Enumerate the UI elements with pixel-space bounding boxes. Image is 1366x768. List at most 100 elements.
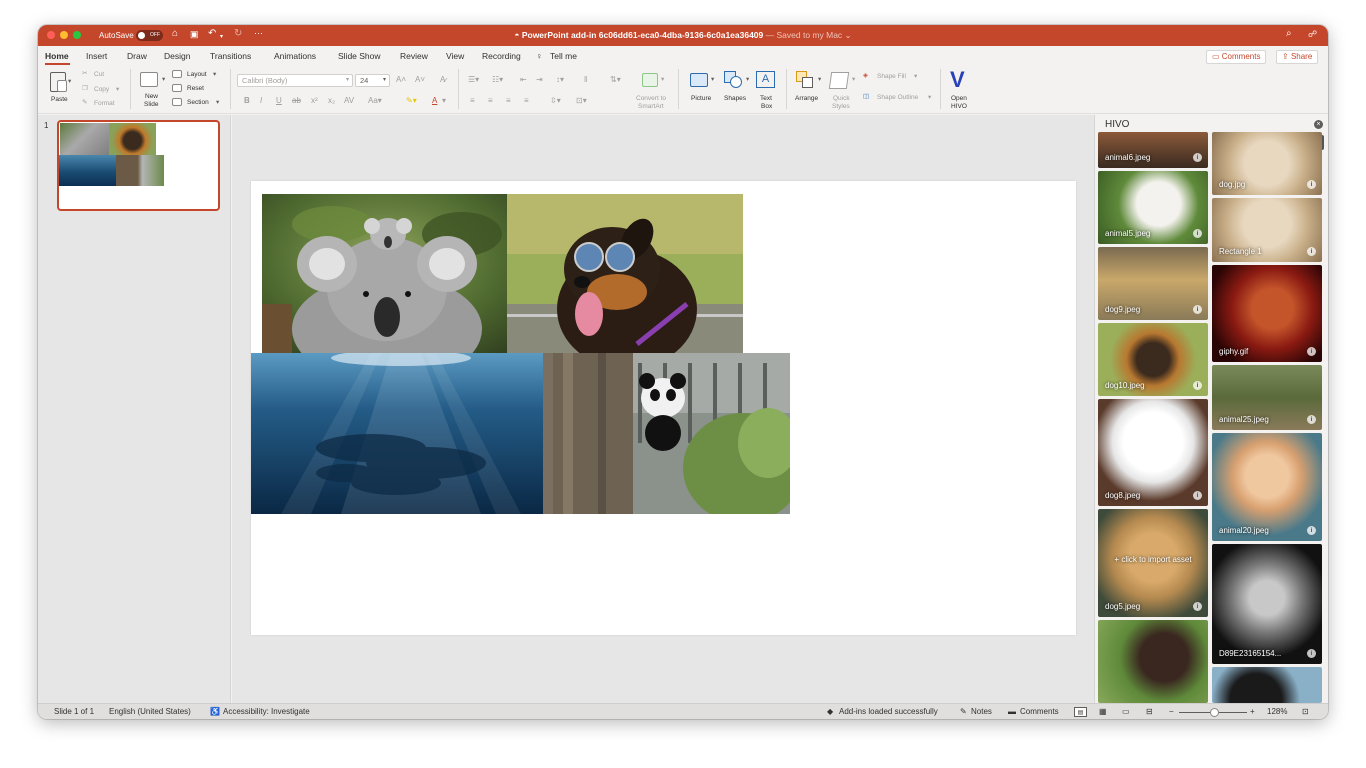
- tell-me-search[interactable]: Tell me: [550, 51, 577, 62]
- info-icon[interactable]: i: [1307, 649, 1316, 658]
- fit-slide-icon[interactable]: ⊡: [1302, 707, 1309, 717]
- character-spacing-icon[interactable]: AV: [344, 96, 354, 106]
- shapes-button[interactable]: Shapes: [724, 95, 746, 103]
- asset-tile[interactable]: animal5.jpeg i: [1098, 171, 1208, 244]
- font-name-field[interactable]: Calibri (Body) ▾: [237, 74, 353, 87]
- asset-tile[interactable]: giphy.gif i: [1212, 265, 1322, 362]
- columns-icon[interactable]: ‖: [584, 75, 587, 85]
- justify-icon[interactable]: ≡: [524, 96, 529, 106]
- tab-view[interactable]: View: [446, 51, 464, 62]
- cut-button[interactable]: Cut: [94, 71, 104, 79]
- rottweiler-image[interactable]: [507, 194, 743, 353]
- notes-icon[interactable]: ✎: [960, 707, 967, 717]
- comments-button[interactable]: ▭ Comments: [1206, 50, 1267, 64]
- chevron-down-icon[interactable]: ▾: [852, 76, 855, 84]
- align-left-icon[interactable]: ≡: [470, 96, 475, 106]
- layout-button[interactable]: Layout: [187, 71, 207, 79]
- text-box-label-1[interactable]: Text: [760, 95, 772, 103]
- info-icon[interactable]: i: [1193, 491, 1202, 500]
- font-size-field[interactable]: 24 ▾: [355, 74, 390, 87]
- quick-styles-label-1[interactable]: Quick: [833, 95, 850, 103]
- asset-tile[interactable]: animal20.jpeg i: [1212, 433, 1322, 541]
- tab-draw[interactable]: Draw: [127, 51, 147, 62]
- bold-icon[interactable]: B: [244, 96, 250, 106]
- layout-icon[interactable]: [172, 70, 182, 78]
- copy-icon[interactable]: ❐: [82, 85, 88, 93]
- chevron-down-icon[interactable]: ▾: [68, 78, 71, 86]
- underline-icon[interactable]: U: [276, 96, 282, 106]
- format-painter-icon[interactable]: ✎: [82, 99, 87, 107]
- align-center-icon[interactable]: ≡: [488, 96, 493, 106]
- text-box-icon[interactable]: A: [756, 71, 775, 88]
- info-icon[interactable]: i: [1307, 347, 1316, 356]
- convert-smartart-label-2[interactable]: SmartArt: [638, 103, 664, 111]
- line-spacing-icon[interactable]: ↕▾: [556, 75, 564, 85]
- info-icon[interactable]: i: [1307, 180, 1316, 189]
- align-right-icon[interactable]: ≡: [506, 96, 511, 106]
- chevron-down-icon[interactable]: ▾: [661, 76, 664, 84]
- asset-tile[interactable]: [1212, 667, 1322, 703]
- numbering-icon[interactable]: ☷▾: [492, 75, 503, 85]
- slide-thumbnail-1[interactable]: [57, 120, 220, 211]
- import-asset-hint[interactable]: + click to import asset: [1098, 555, 1208, 564]
- asset-tile[interactable]: dog10.jpeg i: [1098, 323, 1208, 396]
- shape-outline-button[interactable]: Shape Outline: [877, 94, 918, 102]
- comment-icon[interactable]: ▬: [1008, 707, 1016, 717]
- arrange-button[interactable]: Arrange: [795, 95, 818, 103]
- asset-tile[interactable]: Rectangle 1 i: [1212, 198, 1322, 262]
- picture-icon[interactable]: [690, 73, 708, 87]
- slide-sorter-icon[interactable]: ▦: [1099, 707, 1107, 717]
- open-hivo-label-1[interactable]: Open: [951, 95, 967, 103]
- asset-tile[interactable]: D89E23165154... i: [1212, 544, 1322, 664]
- paint-bucket-icon[interactable]: ◈: [863, 72, 868, 80]
- chevron-down-icon[interactable]: ▾: [746, 76, 749, 84]
- strikethrough-icon[interactable]: ab: [292, 96, 301, 106]
- info-icon[interactable]: i: [1193, 153, 1202, 162]
- quick-styles-icon[interactable]: [828, 72, 850, 89]
- new-slide-label-2[interactable]: Slide: [144, 101, 158, 109]
- chevron-down-icon[interactable]: ▾: [928, 94, 931, 102]
- ocean-image[interactable]: [251, 353, 543, 514]
- asset-tile[interactable]: dog8.jpeg i: [1098, 399, 1208, 506]
- slideshow-icon[interactable]: ⊟: [1146, 707, 1153, 717]
- asset-tile[interactable]: [1098, 620, 1208, 703]
- pen-outline-icon[interactable]: ◫: [863, 93, 869, 101]
- new-slide-icon[interactable]: [140, 72, 158, 87]
- reset-button[interactable]: Reset: [187, 85, 204, 93]
- text-direction-icon[interactable]: ⇅▾: [610, 75, 621, 85]
- info-icon[interactable]: i: [1307, 247, 1316, 256]
- shape-fill-button[interactable]: Shape Fill: [877, 73, 906, 81]
- accessibility-button[interactable]: Accessibility: Investigate: [223, 707, 310, 717]
- clear-formatting-icon[interactable]: A̷: [440, 75, 445, 85]
- convert-smartart-label-1[interactable]: Convert to: [636, 95, 666, 103]
- superscript-icon[interactable]: x²: [311, 96, 318, 106]
- chevron-down-icon[interactable]: ▾: [914, 73, 917, 81]
- asset-tile[interactable]: animal6.jpeg i: [1098, 132, 1208, 168]
- increase-indent-icon[interactable]: ⇥: [536, 75, 543, 85]
- tab-animations[interactable]: Animations: [274, 51, 316, 62]
- chevron-down-icon[interactable]: ▾: [116, 86, 119, 94]
- picture-button[interactable]: Picture: [691, 95, 711, 103]
- chevron-down-icon[interactable]: ▾: [442, 96, 446, 106]
- chevron-down-icon[interactable]: ▾: [216, 99, 219, 107]
- new-slide-label-1[interactable]: New: [145, 93, 158, 101]
- smartart-icon[interactable]: [642, 73, 658, 87]
- chevron-down-icon[interactable]: ▾: [162, 76, 165, 84]
- decrease-indent-icon[interactable]: ⇤: [520, 75, 527, 85]
- info-icon[interactable]: i: [1307, 526, 1316, 535]
- search-icon[interactable]: ⌕: [1286, 28, 1292, 39]
- zoom-in-icon[interactable]: +: [1250, 707, 1255, 717]
- asset-tile[interactable]: + click to import asset dog5.jpeg i: [1098, 509, 1208, 617]
- font-color-icon[interactable]: A: [432, 96, 437, 106]
- bullets-icon[interactable]: ☰▾: [468, 75, 479, 85]
- paste-button[interactable]: Paste: [51, 96, 68, 104]
- share-people-icon[interactable]: ☍: [1308, 29, 1317, 40]
- accessibility-icon[interactable]: ♿: [210, 707, 220, 717]
- asset-tile[interactable]: dog.jpg i: [1212, 132, 1322, 195]
- language-button[interactable]: English (United States): [109, 707, 191, 717]
- align-text-icon[interactable]: ⇳▾: [550, 96, 561, 106]
- asset-tile[interactable]: dog9.jpeg i: [1098, 247, 1208, 320]
- tab-review[interactable]: Review: [400, 51, 428, 62]
- change-case-icon[interactable]: Aa▾: [368, 96, 382, 106]
- reading-view-icon[interactable]: ▭: [1122, 707, 1130, 717]
